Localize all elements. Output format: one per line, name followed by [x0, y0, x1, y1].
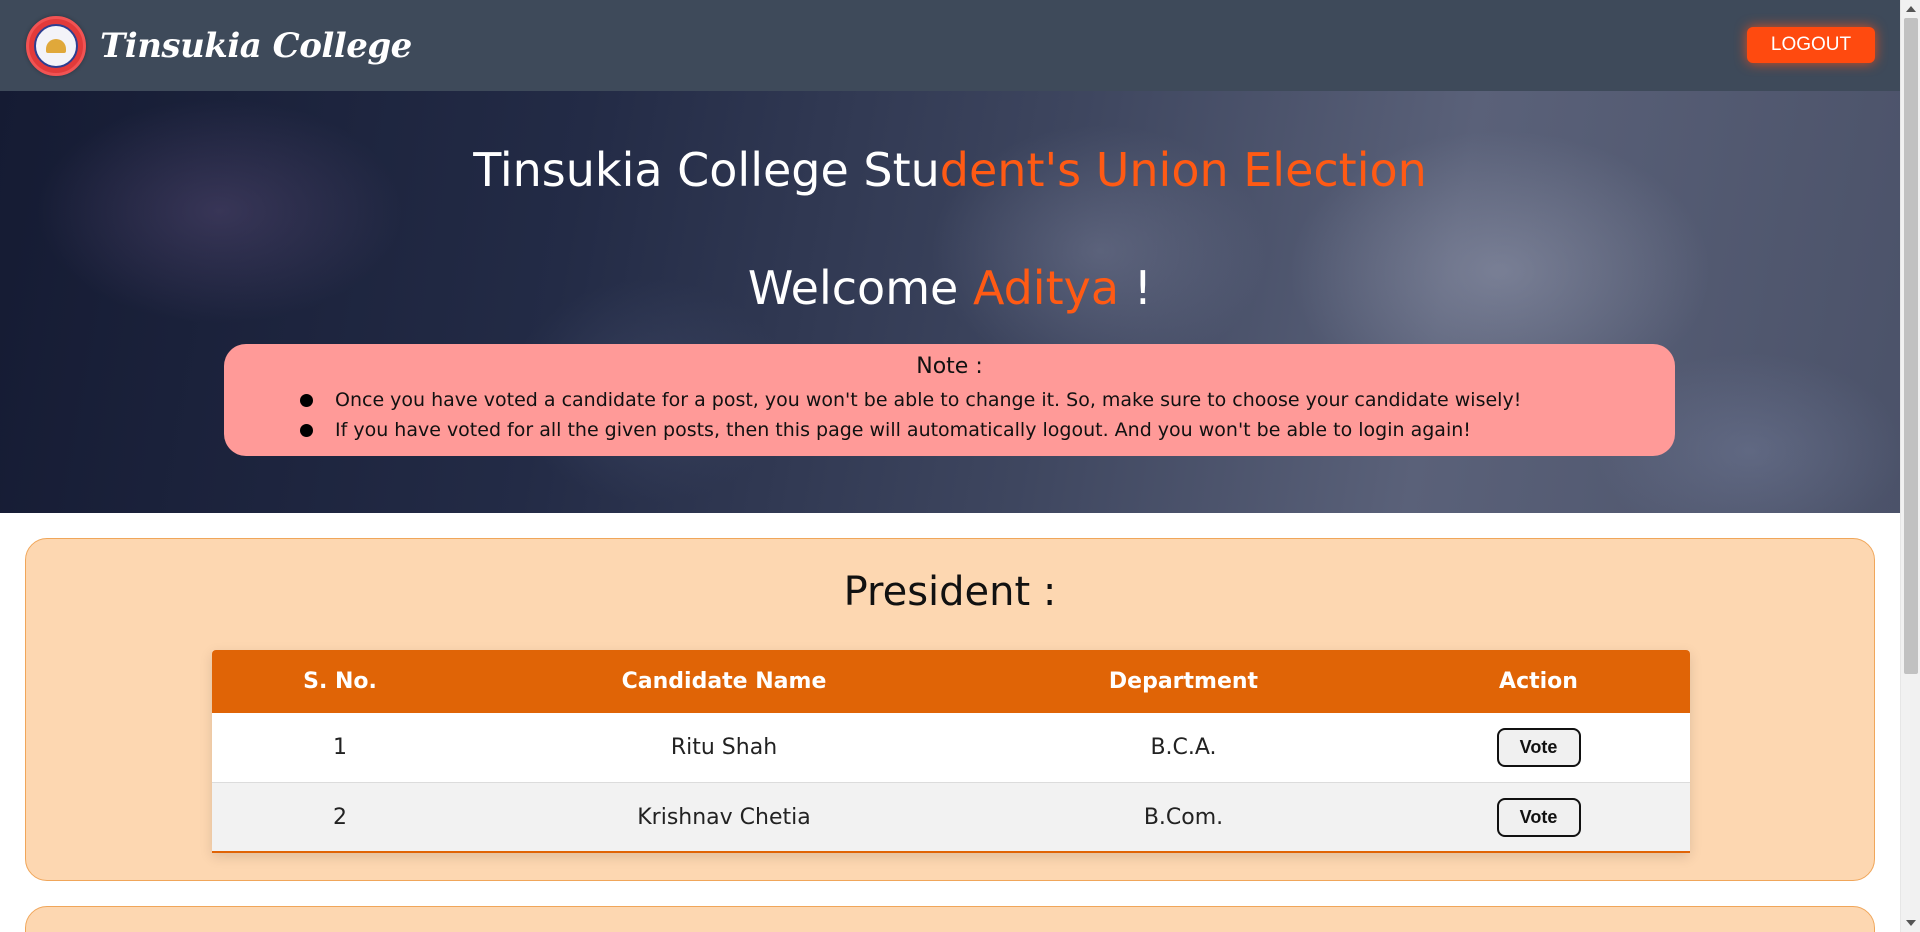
note-list: Once you have voted a candidate for a po…: [224, 385, 1675, 445]
top-navbar: Tinsukia College LOGOUT: [0, 0, 1900, 91]
welcome-prefix: Welcome: [747, 261, 973, 315]
note-box: Note : Once you have voted a candidate f…: [224, 344, 1675, 456]
table-header: S. No. Candidate Name Department Action: [212, 650, 1690, 713]
post-section-president: President : S. No. Candidate Name Depart…: [25, 538, 1875, 881]
post-title: President :: [843, 569, 1057, 615]
vote-button[interactable]: Vote: [1496, 728, 1581, 767]
cell-action: Vote: [1387, 797, 1690, 837]
column-header-sno: S. No.: [303, 669, 377, 694]
table-row: 2 Krishnav Chetia B.Com. Vote: [212, 783, 1690, 853]
logout-button[interactable]: LOGOUT: [1747, 27, 1875, 63]
page-title: Tinsukia College Student's Union Electio…: [0, 143, 1900, 197]
note-item: Once you have voted a candidate for a po…: [300, 385, 1675, 415]
hero-banner: Tinsukia College Student's Union Electio…: [0, 91, 1900, 513]
scrollbar-thumb[interactable]: [1904, 18, 1918, 674]
table-row: 1 Ritu Shah B.C.A. Vote: [212, 713, 1690, 783]
college-logo: [26, 15, 86, 76]
cell-department: B.C.A.: [1150, 735, 1217, 760]
scroll-down-arrow-icon[interactable]: [1906, 920, 1916, 926]
note-title: Note :: [916, 354, 983, 379]
column-header-department: Department: [1108, 669, 1259, 694]
brand-name: Tinsukia College: [100, 25, 412, 66]
title-part-accent: dent's Union Election: [939, 143, 1427, 197]
cell-action: Vote: [1387, 728, 1690, 767]
scroll-up-arrow-icon[interactable]: [1906, 6, 1916, 12]
welcome-message: Welcome Aditya !: [0, 261, 1900, 315]
post-section-next: [25, 906, 1875, 932]
title-part-white: Tinsukia College Stu: [473, 143, 940, 197]
logo-sun-icon: [46, 38, 66, 53]
column-header-name: Candidate Name: [621, 669, 827, 694]
page-scrollbar[interactable]: [1900, 0, 1920, 932]
note-item: If you have voted for all the given post…: [300, 415, 1675, 445]
welcome-suffix: !: [1119, 261, 1153, 315]
logo-emblem: [34, 23, 78, 68]
user-name: Aditya: [972, 261, 1120, 315]
cell-sno: 1: [333, 735, 347, 760]
cell-department: B.Com.: [1143, 804, 1224, 830]
cell-candidate-name: Ritu Shah: [670, 735, 778, 760]
column-header-action: Action: [1499, 669, 1578, 694]
cell-candidate-name: Krishnav Chetia: [637, 804, 811, 830]
cell-sno: 2: [333, 804, 347, 830]
vote-button[interactable]: Vote: [1496, 797, 1581, 837]
candidates-table: S. No. Candidate Name Department Action …: [212, 650, 1690, 853]
